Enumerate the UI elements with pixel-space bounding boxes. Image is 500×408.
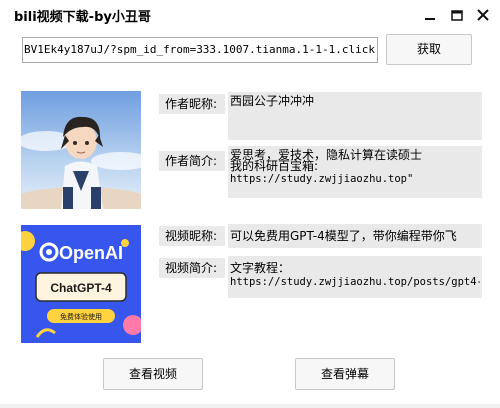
author-intro-line3: https://study.zwjjiaozhu.top" [230, 173, 414, 185]
view-video-button[interactable]: 查看视频 [103, 358, 203, 390]
window-bottom-edge [0, 404, 500, 408]
title-bar: bili视频下载-by小丑哥 [0, 0, 500, 30]
get-button[interactable]: 获取 [386, 34, 472, 65]
view-danmaku-button[interactable]: 查看弹幕 [295, 358, 395, 390]
author-nickname: 西园公子冲冲冲 [230, 94, 315, 108]
url-input-value: https://www.bilibili.com/video/BV1Ek4y18… [23, 43, 375, 56]
author-avatar [21, 91, 141, 209]
video-intro-line1: 文字教程： [230, 261, 291, 275]
video-intro-line2: https://study.zwjjiaozhu.top/posts/gpt4-… [230, 276, 480, 288]
video-cover: OpenAI ChatGPT-4 免费体验使用 [21, 225, 141, 343]
svg-text:免费体验使用: 免费体验使用 [60, 312, 102, 321]
author-nickname-label: 作者昵称: [159, 94, 225, 114]
video-intro-label: 视频简介: [159, 258, 225, 278]
close-icon[interactable] [473, 5, 493, 25]
author-intro-line2: 我的科研百宝箱: [230, 159, 319, 173]
video-name: 可以免费用GPT-4模型了，带你编程带你飞 [230, 229, 457, 243]
video-name-label: 视频昵称: [159, 226, 225, 246]
svg-text:OpenAI: OpenAI [59, 243, 123, 263]
svg-text:ChatGPT-4: ChatGPT-4 [50, 281, 112, 295]
maximize-icon[interactable] [447, 5, 467, 25]
url-input[interactable]: https://www.bilibili.com/video/BV1Ek4y18… [22, 37, 378, 63]
app-window: bili视频下载-by小丑哥 https://www.bilibili.com/… [0, 0, 500, 408]
window-title: bili视频下载-by小丑哥 [14, 10, 151, 25]
author-intro-label: 作者简介: [159, 151, 225, 171]
minimize-icon[interactable] [420, 5, 440, 25]
